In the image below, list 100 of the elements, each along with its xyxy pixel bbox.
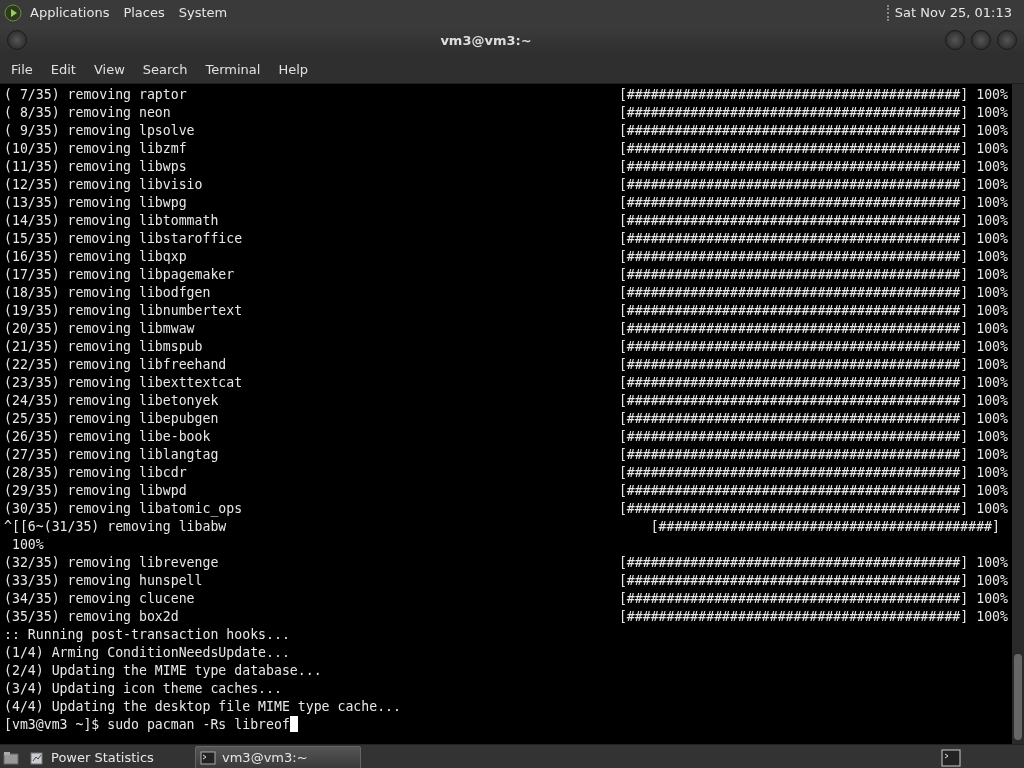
percent-text: 100%: [976, 194, 1008, 212]
play-logo-icon[interactable]: [4, 3, 22, 22]
terminal-line: ( 7/35) removing raptor: [4, 86, 188, 104]
terminal-line: (1/4) Arming ConditionNeedsUpdate...: [4, 644, 291, 662]
terminal-icon[interactable]: [941, 748, 961, 767]
percent-text: 100%: [976, 428, 1008, 446]
terminal-line: (10/35) removing libzmf: [4, 140, 188, 158]
progress-text: [##########################################]: [618, 86, 969, 104]
terminal-line: ^[[6~(31/35) removing libabw: [4, 518, 228, 536]
percent-text: 100%: [976, 446, 1008, 464]
percent-text: 100%: [976, 608, 1008, 626]
terminal-line: (12/35) removing libvisio: [4, 176, 204, 194]
terminal-line: (30/35) removing libatomic_ops: [4, 500, 244, 518]
progress-text: [##########################################]: [618, 500, 969, 518]
progress-text: [##########################################]: [618, 104, 969, 122]
terminal-line: (22/35) removing libfreehand: [4, 356, 228, 374]
progress-text: [##########################################]: [618, 464, 969, 482]
scrollbar-thumb[interactable]: [1014, 654, 1022, 740]
panel-menu[interactable]: Places: [117, 3, 171, 22]
clock[interactable]: Sat Nov 25, 01:13: [894, 5, 1020, 20]
terminal-line: (23/35) removing libexttextcat: [4, 374, 244, 392]
percent-text: 100%: [976, 104, 1008, 122]
minimize-button[interactable]: [945, 30, 965, 50]
progress-text: [##########################################]: [618, 302, 969, 320]
terminal-line: (16/35) removing libqxp: [4, 248, 188, 266]
percent-text: 100%: [976, 140, 1008, 158]
percent-text: 100%: [976, 572, 1008, 590]
progress-text: [##########################################]: [618, 608, 969, 626]
percent-text: 100%: [976, 356, 1008, 374]
scrollbar[interactable]: [1012, 84, 1024, 744]
progress-text: [##########################################]: [618, 482, 969, 500]
menu-item[interactable]: Help: [269, 58, 318, 80]
progress-text: [##########################################]: [618, 266, 969, 284]
progress-text: [##########################################]: [618, 284, 969, 302]
percent-text: 100%: [976, 590, 1008, 608]
progress-text: [##########################################]: [618, 140, 969, 158]
terminal-line: (14/35) removing libtommath: [4, 212, 220, 230]
percent-text: 100%: [976, 176, 1008, 194]
panel-menu[interactable]: System: [172, 3, 234, 22]
progress-text: [##########################################]: [618, 194, 969, 212]
progress-text: [##########################################]: [618, 410, 969, 428]
taskbar-button[interactable]: vm3@vm3:~: [195, 746, 361, 768]
terminal-line: ( 9/35) removing lpsolve: [4, 122, 196, 140]
percent-text: 100%: [976, 464, 1008, 482]
terminal-line: (24/35) removing libetonyek: [4, 392, 220, 410]
percent-text: 100%: [976, 248, 1008, 266]
percent-text: 100%: [976, 410, 1008, 428]
close-button[interactable]: [997, 30, 1017, 50]
progress-text: [##########################################]: [618, 356, 969, 374]
terminal-line: (17/35) removing libpagemaker: [4, 266, 236, 284]
text-cursor: [289, 716, 298, 732]
percent-text: 100%: [976, 554, 1008, 572]
folder-icon[interactable]: [3, 750, 19, 765]
terminal-line: (26/35) removing libe-book: [4, 428, 212, 446]
progress-text: [##########################################]: [650, 518, 1000, 536]
terminal-line: (11/35) removing libwps: [4, 158, 188, 176]
terminal-line: (27/35) removing liblangtag: [4, 446, 220, 464]
percent-text: 100%: [976, 266, 1008, 284]
terminal-line: :: Running post-transaction hooks...: [4, 626, 291, 644]
percent-text: 100%: [976, 392, 1008, 410]
progress-text: [##########################################]: [618, 320, 969, 338]
percent-text: 100%: [976, 500, 1008, 518]
terminal-line: (32/35) removing librevenge: [4, 554, 220, 572]
progress-text: [##########################################]: [618, 212, 969, 230]
menu-item[interactable]: Search: [133, 58, 197, 80]
percent-text: 100%: [976, 230, 1008, 248]
progress-text: [##########################################]: [618, 554, 969, 572]
terminal-line: (19/35) removing libnumbertext: [4, 302, 244, 320]
progress-text: [##########################################]: [618, 374, 969, 392]
terminal-line: (29/35) removing libwpd: [4, 482, 188, 500]
panel-menu[interactable]: Applications: [24, 3, 116, 22]
progress-text: [##########################################]: [618, 338, 969, 356]
progress-text: [##########################################]: [618, 248, 969, 266]
percent-text: 100%: [976, 284, 1008, 302]
progress-text: [##########################################]: [618, 122, 969, 140]
maximize-button[interactable]: [971, 30, 991, 50]
menu-item[interactable]: File: [2, 58, 42, 80]
percent-text: 100%: [976, 320, 1008, 338]
progress-text: [##########################################]: [618, 590, 969, 608]
terminal-line: (34/35) removing clucene: [4, 590, 196, 608]
progress-text: [##########################################]: [618, 230, 969, 248]
percent-text: 100%: [976, 338, 1008, 356]
menu-item[interactable]: Edit: [41, 58, 85, 80]
terminal-icon: [200, 750, 216, 765]
menu-item[interactable]: View: [84, 58, 134, 80]
progress-text: [##########################################]: [618, 158, 969, 176]
percent-text: 100%: [976, 302, 1008, 320]
terminal-line: (18/35) removing libodfgen: [4, 284, 212, 302]
percent-text: 100%: [976, 374, 1008, 392]
terminal-line: (3/4) Updating icon theme caches...: [4, 680, 283, 698]
progress-text: [##########################################]: [618, 176, 969, 194]
terminal-line: ( 8/35) removing neon: [4, 104, 172, 122]
terminal-line: (33/35) removing hunspell: [4, 572, 204, 590]
menu-item[interactable]: Terminal: [196, 58, 270, 80]
percent-text: 100%: [976, 158, 1008, 176]
progress-text: [##########################################]: [618, 446, 969, 464]
taskbar-button[interactable]: Power Statistics: [25, 747, 189, 768]
window-menu-button[interactable]: [7, 30, 27, 50]
terminal-line: (4/4) Updating the desktop file MIME type cache...: [4, 698, 402, 716]
window-title: vm3@vm3:~: [439, 32, 533, 48]
